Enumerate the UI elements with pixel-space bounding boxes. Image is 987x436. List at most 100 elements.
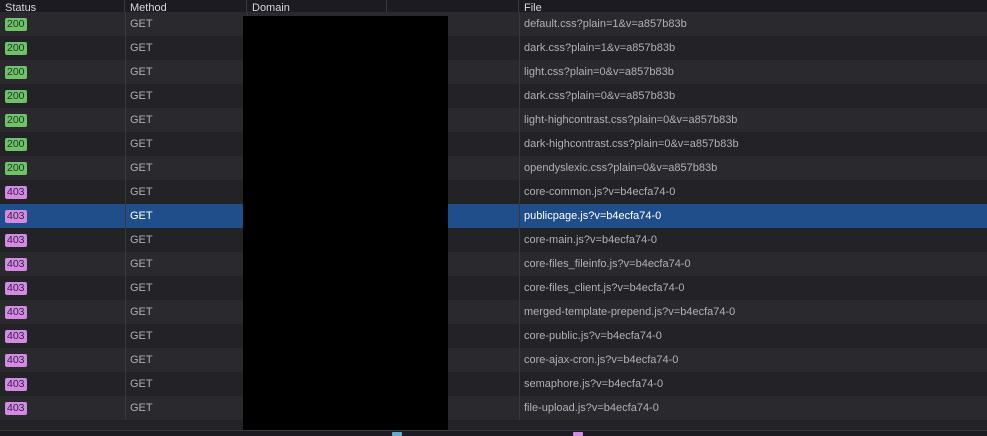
file-cell: default.css?plain=1&v=a857b83b <box>524 18 687 30</box>
column-separator <box>125 108 126 132</box>
column-separator <box>125 396 126 420</box>
table-row[interactable]: 200 GET dark.css?plain=1&v=a857b83b <box>0 36 987 60</box>
column-separator <box>519 60 520 84</box>
file-cell: core-main.js?v=b4ecfa74-0 <box>524 234 657 246</box>
file-cell: publicpage.js?v=b4ecfa74-0 <box>524 210 662 222</box>
method-cell: GET <box>130 114 153 126</box>
column-separator <box>125 252 126 276</box>
column-separator <box>125 156 126 180</box>
status-badge: 403 <box>5 353 27 367</box>
table-row[interactable]: 200 GET dark.css?plain=0&v=a857b83b <box>0 84 987 108</box>
column-separator <box>519 36 520 60</box>
status-cell: 200 <box>5 132 27 156</box>
table-row[interactable]: 403 GET core-common.js?v=b4ecfa74-0 <box>0 180 987 204</box>
status-bar-marker-pink <box>573 432 583 436</box>
status-cell: 403 <box>5 252 27 276</box>
table-row[interactable]: 403 GET semaphore.js?v=b4ecfa74-0 <box>0 372 987 396</box>
file-cell: file-upload.js?v=b4ecfa74-0 <box>524 402 659 414</box>
method-cell: GET <box>130 306 153 318</box>
status-badge: 403 <box>5 281 27 295</box>
column-separator <box>519 204 520 228</box>
status-badge: 200 <box>5 113 27 127</box>
status-badge: 200 <box>5 161 27 175</box>
column-separator <box>125 132 126 156</box>
status-badge: 200 <box>5 65 27 79</box>
column-separator <box>125 36 126 60</box>
status-badge: 403 <box>5 401 27 415</box>
method-cell: GET <box>130 354 153 366</box>
column-separator <box>519 252 520 276</box>
method-cell: GET <box>130 210 153 222</box>
status-badge: 403 <box>5 305 27 319</box>
method-cell: GET <box>130 162 153 174</box>
column-separator <box>125 60 126 84</box>
column-separator <box>125 348 126 372</box>
column-separator <box>519 156 520 180</box>
table-row[interactable]: 403 GET core-files_fileinfo.js?v=b4ecfa74-… <box>0 252 987 276</box>
table-row[interactable]: 403 GET core-ajax-cron.js?v=b4ecfa74-0 <box>0 348 987 372</box>
status-cell: 403 <box>5 228 27 252</box>
column-separator <box>519 108 520 132</box>
file-cell: core-common.js?v=b4ecfa74-0 <box>524 186 676 198</box>
file-cell: core-public.js?v=b4ecfa74-0 <box>524 330 662 342</box>
column-separator <box>519 300 520 324</box>
status-cell: 403 <box>5 372 27 396</box>
status-badge: 200 <box>5 41 27 55</box>
file-cell: semaphore.js?v=b4ecfa74-0 <box>524 378 664 390</box>
file-cell: dark.css?plain=0&v=a857b83b <box>524 90 676 102</box>
method-cell: GET <box>130 330 153 342</box>
table-row[interactable]: 403 GET core-files_client.js?v=b4ecfa74-0 <box>0 276 987 300</box>
column-separator <box>519 132 520 156</box>
table-row[interactable]: 200 GET opendyslexic.css?plain=0&v=a857b83… <box>0 156 987 180</box>
column-separator <box>125 324 126 348</box>
table-row[interactable]: 200 GET light.css?plain=0&v=a857b83b <box>0 60 987 84</box>
file-cell: core-files_client.js?v=b4ecfa74-0 <box>524 282 685 294</box>
column-separator <box>519 84 520 108</box>
column-separator <box>125 180 126 204</box>
status-cell: 200 <box>5 12 27 36</box>
file-cell: core-ajax-cron.js?v=b4ecfa74-0 <box>524 354 679 366</box>
status-cell: 403 <box>5 204 27 228</box>
status-badge: 200 <box>5 137 27 151</box>
status-bar-marker-blue <box>392 432 402 436</box>
column-separator <box>519 180 520 204</box>
status-badge: 200 <box>5 89 27 103</box>
status-cell: 403 <box>5 396 27 420</box>
file-cell: dark.css?plain=1&v=a857b83b <box>524 42 676 54</box>
status-cell: 200 <box>5 156 27 180</box>
column-separator <box>125 12 126 36</box>
column-separator <box>519 396 520 420</box>
method-cell: GET <box>130 282 153 294</box>
status-badge: 403 <box>5 185 27 199</box>
table-row[interactable]: 403 GET core-main.js?v=b4ecfa74-0 <box>0 228 987 252</box>
method-cell: GET <box>130 378 153 390</box>
table-row[interactable]: 403 GET publicpage.js?v=b4ecfa74-0 <box>0 204 987 228</box>
method-cell: GET <box>130 258 153 270</box>
method-cell: GET <box>130 66 153 78</box>
column-separator <box>519 228 520 252</box>
file-cell: core-files_fileinfo.js?v=b4ecfa74-0 <box>524 258 691 270</box>
column-separator <box>125 204 126 228</box>
table-row[interactable]: 200 GET default.css?plain=1&v=a857b83b <box>0 12 987 36</box>
column-separator <box>519 276 520 300</box>
file-cell: merged-template-prepend.js?v=b4ecfa74-0 <box>524 306 736 318</box>
table-row[interactable]: 403 GET merged-template-prepend.js?v=b4ecf… <box>0 300 987 324</box>
status-cell: 403 <box>5 348 27 372</box>
status-cell: 200 <box>5 108 27 132</box>
status-badge: 403 <box>5 377 27 391</box>
status-cell: 403 <box>5 300 27 324</box>
column-separator <box>519 372 520 396</box>
table-row[interactable]: 403 GET file-upload.js?v=b4ecfa74-0 <box>0 396 987 420</box>
column-separator <box>125 276 126 300</box>
table-row[interactable]: 200 GET light-highcontrast.css?plain=0&v=a… <box>0 108 987 132</box>
status-cell: 200 <box>5 36 27 60</box>
method-cell: GET <box>130 42 153 54</box>
column-separator <box>519 12 520 36</box>
status-cell: 200 <box>5 84 27 108</box>
file-cell: opendyslexic.css?plain=0&v=a857b83b <box>524 162 718 174</box>
method-cell: GET <box>130 138 153 150</box>
column-separator <box>125 228 126 252</box>
table-row[interactable]: 403 GET core-public.js?v=b4ecfa74-0 <box>0 324 987 348</box>
table-row[interactable]: 200 GET dark-highcontrast.css?plain=0&v=a8… <box>0 132 987 156</box>
method-cell: GET <box>130 90 153 102</box>
